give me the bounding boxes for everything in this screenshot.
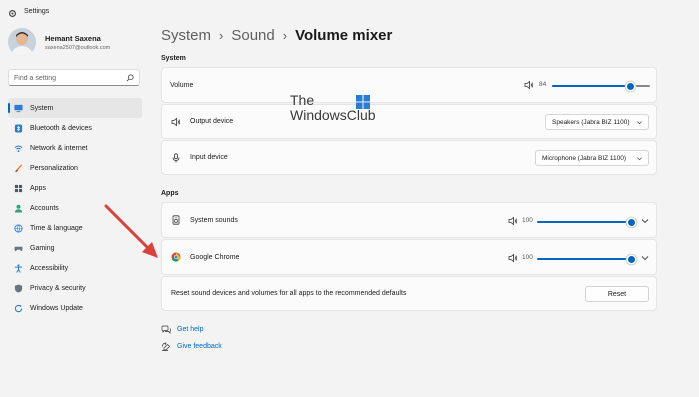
volume-value: 84 bbox=[539, 81, 547, 88]
app-volume-value: 100 bbox=[522, 254, 533, 261]
sidebar-item-network[interactable]: Network & internet bbox=[8, 138, 142, 158]
sidebar-item-windows-update[interactable]: Windows Update bbox=[8, 298, 142, 318]
input-device-label: Input device bbox=[190, 154, 228, 161]
app-volume-slider-thumb[interactable] bbox=[628, 218, 635, 226]
sidebar-item-label: System bbox=[30, 104, 54, 112]
app-name: Google Chrome bbox=[190, 254, 240, 261]
input-device-dropdown[interactable]: Microphone (Jabra BIZ 1100) bbox=[535, 150, 649, 166]
active-indicator bbox=[8, 103, 10, 113]
volume-slider-fill bbox=[552, 85, 630, 87]
sidebar-item-label: Accounts bbox=[30, 204, 59, 212]
output-device-label: Output device bbox=[190, 118, 234, 125]
chevron-down-icon bbox=[637, 121, 642, 125]
bluetooth-icon bbox=[13, 123, 23, 133]
breadcrumb-sound[interactable]: Sound bbox=[231, 27, 274, 44]
sidebar-item-label: Apps bbox=[30, 184, 46, 192]
output-device-dropdown[interactable]: Speakers (Jabra BIZ 1100) bbox=[545, 114, 649, 130]
app-volume-slider[interactable] bbox=[537, 258, 631, 260]
sidebar-item-label: Network & internet bbox=[30, 144, 88, 152]
section-label-apps: Apps bbox=[161, 190, 179, 197]
chevron-down-icon bbox=[637, 157, 642, 161]
reset-button[interactable]: Reset bbox=[585, 286, 649, 302]
person-icon bbox=[13, 203, 23, 213]
apps-icon bbox=[13, 183, 23, 193]
sidebar-item-label: Accessibility bbox=[30, 264, 69, 272]
controller-icon bbox=[13, 243, 23, 253]
search-input[interactable] bbox=[14, 73, 124, 83]
search-box[interactable] bbox=[8, 69, 140, 86]
window-title: Settings bbox=[24, 8, 50, 15]
section-label-system: System bbox=[161, 55, 186, 62]
help-icon bbox=[161, 325, 171, 334]
avatar[interactable] bbox=[8, 28, 36, 56]
get-help-link[interactable]: Get help bbox=[177, 326, 203, 333]
breadcrumb-separator: › bbox=[219, 28, 224, 43]
annotation-arrow bbox=[104, 204, 158, 258]
app-volume-value: 100 bbox=[522, 217, 533, 224]
volume-label: Volume bbox=[170, 82, 194, 89]
search-icon[interactable] bbox=[126, 74, 134, 82]
breadcrumb: System › Sound › Volume mixer bbox=[161, 27, 392, 44]
sidebar-item-privacy-security[interactable]: Privacy & security bbox=[8, 278, 142, 298]
app-card-google-chrome[interactable]: Google Chrome 100 bbox=[161, 239, 657, 275]
volume-card: Volume 84 bbox=[161, 67, 657, 103]
update-icon bbox=[13, 303, 23, 313]
speaker-icon[interactable] bbox=[508, 253, 518, 263]
sidebar-item-label: Privacy & security bbox=[30, 284, 86, 292]
globe-clock-icon bbox=[13, 223, 23, 233]
feedback-icon bbox=[162, 342, 170, 351]
system-sounds-icon bbox=[172, 215, 180, 225]
chevron-down-icon[interactable] bbox=[640, 216, 650, 226]
monitor-icon bbox=[13, 103, 23, 113]
app-name: System sounds bbox=[190, 217, 238, 224]
reset-card: Reset sound devices and volumes for all … bbox=[161, 276, 657, 311]
speaker-icon[interactable] bbox=[524, 80, 534, 90]
microphone-icon bbox=[172, 153, 180, 163]
page-title: Volume mixer bbox=[295, 27, 393, 44]
user-name: Hemant Saxena bbox=[45, 34, 101, 43]
sidebar-item-label: Windows Update bbox=[30, 304, 83, 312]
speaker-icon[interactable] bbox=[508, 216, 518, 226]
input-device-card: Input device Microphone (Jabra BIZ 1100) bbox=[161, 140, 657, 175]
breadcrumb-system[interactable]: System bbox=[161, 27, 211, 44]
sidebar-item-bluetooth[interactable]: Bluetooth & devices bbox=[8, 118, 142, 138]
sidebar-item-personalization[interactable]: Personalization bbox=[8, 158, 142, 178]
sidebar-item-system[interactable]: System bbox=[8, 98, 142, 118]
app-volume-slider[interactable] bbox=[537, 221, 631, 223]
user-email: saxena2507@outlook.com bbox=[45, 45, 111, 51]
volume-slider-thumb[interactable] bbox=[627, 82, 634, 90]
chrome-icon bbox=[171, 252, 181, 262]
sidebar-item-label: Gaming bbox=[30, 244, 55, 252]
output-device-selected: Speakers (Jabra BIZ 1100) bbox=[552, 118, 630, 126]
sidebar-item-label: Time & language bbox=[30, 224, 83, 232]
give-feedback-link[interactable]: Give feedback bbox=[177, 343, 222, 350]
accessibility-icon bbox=[13, 263, 23, 273]
speaker-icon bbox=[171, 117, 181, 127]
sidebar-item-label: Bluetooth & devices bbox=[30, 124, 92, 132]
input-device-selected: Microphone (Jabra BIZ 1100) bbox=[542, 154, 627, 162]
settings-app-icon bbox=[9, 10, 16, 17]
sidebar-item-apps[interactable]: Apps bbox=[8, 178, 142, 198]
app-volume-slider-thumb[interactable] bbox=[628, 255, 635, 263]
chevron-down-icon[interactable] bbox=[640, 253, 650, 263]
windows-logo-icon bbox=[356, 95, 370, 109]
app-card-system-sounds[interactable]: System sounds 100 bbox=[161, 202, 657, 238]
shield-icon bbox=[13, 283, 23, 293]
wifi-icon bbox=[13, 143, 23, 153]
breadcrumb-separator: › bbox=[282, 28, 288, 43]
reset-description: Reset sound devices and volumes for all … bbox=[171, 290, 407, 297]
output-device-card: Output device Speakers (Jabra BIZ 1100) bbox=[161, 104, 657, 139]
brush-icon bbox=[13, 163, 23, 173]
user-photo-icon bbox=[8, 28, 36, 56]
sidebar-item-label: Personalization bbox=[30, 164, 78, 172]
